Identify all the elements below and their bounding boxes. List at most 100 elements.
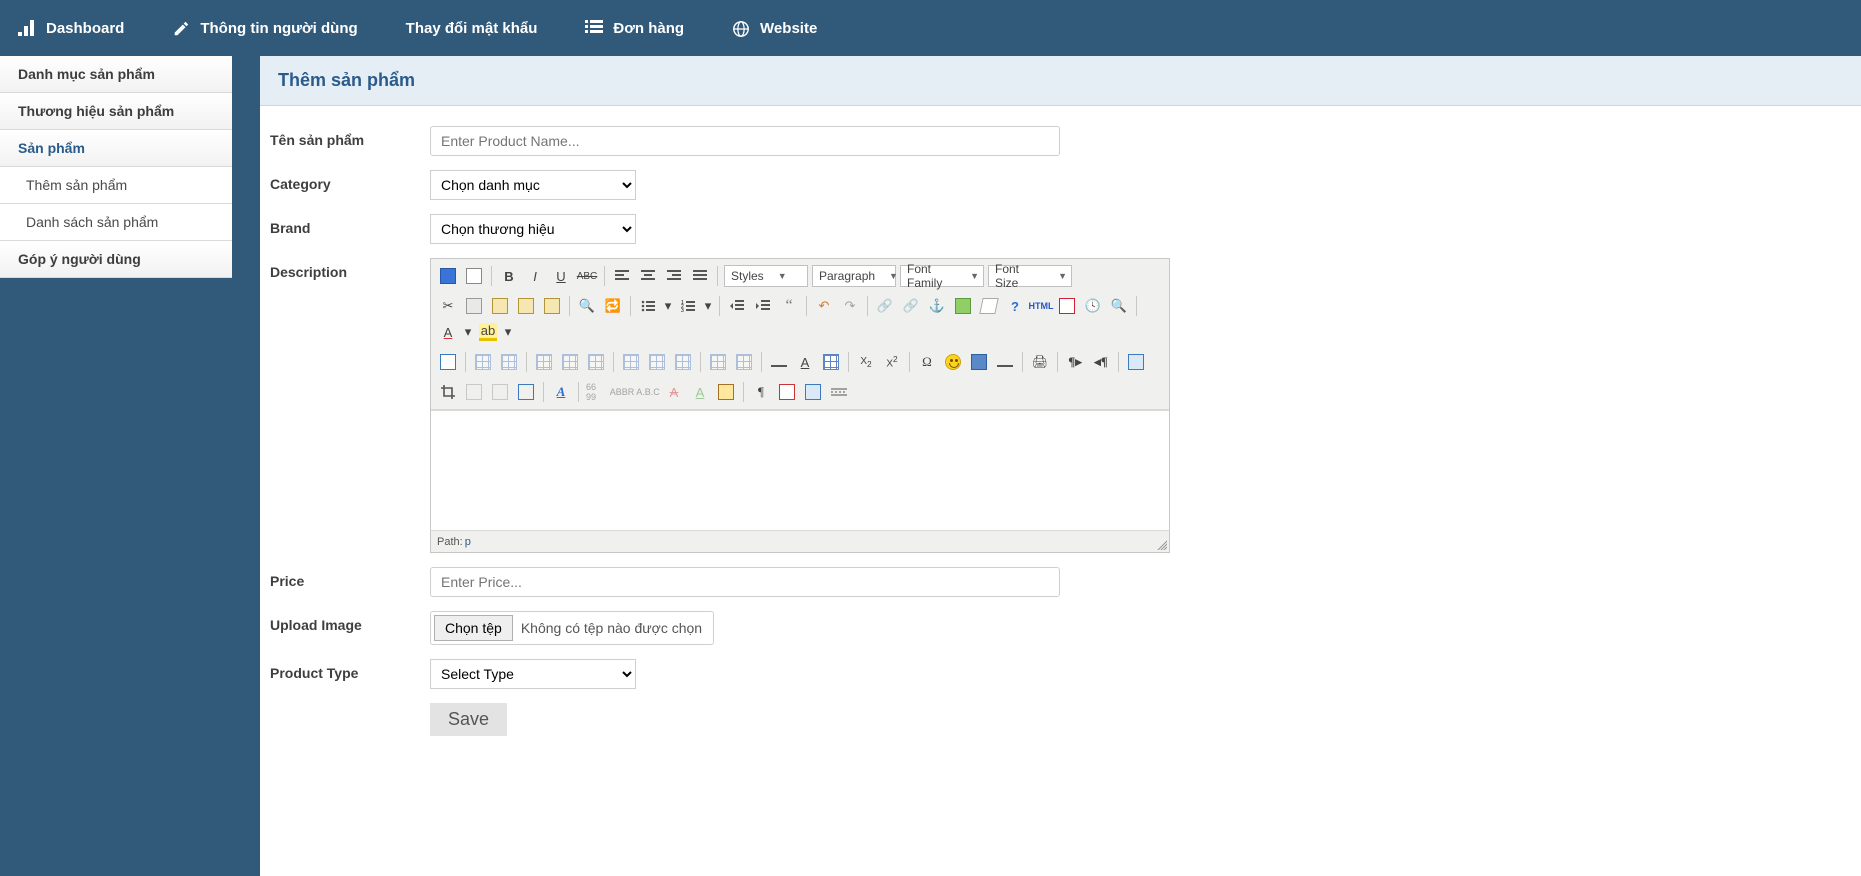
redo-icon[interactable]: ↷: [839, 295, 861, 317]
sidebar-sub-add-product[interactable]: Thêm sản phẩm: [0, 167, 232, 204]
insert-time-icon[interactable]: 🕓: [1082, 295, 1104, 317]
nav-user-info[interactable]: Thông tin người dùng: [162, 14, 367, 43]
rte-editable-area[interactable]: [431, 410, 1169, 530]
rtl-icon[interactable]: ◂¶: [1090, 351, 1112, 373]
underline-icon[interactable]: U: [550, 265, 572, 287]
paragraph-select[interactable]: Paragraph▼: [812, 265, 896, 287]
subscript-icon[interactable]: X2: [855, 351, 877, 373]
replace-icon[interactable]: 🔁: [602, 295, 624, 317]
delete-row-icon[interactable]: [585, 351, 607, 373]
print-icon[interactable]: 🖨: [1029, 351, 1051, 373]
image-icon[interactable]: [952, 295, 974, 317]
paste-text-icon[interactable]: [515, 295, 537, 317]
save-button[interactable]: Save: [430, 703, 507, 736]
merge-cells-icon[interactable]: [733, 351, 755, 373]
resize-handle-icon[interactable]: [1155, 538, 1167, 550]
delete-col-icon[interactable]: [672, 351, 694, 373]
absolute-icon[interactable]: [515, 381, 537, 403]
nav-dashboard[interactable]: Dashboard: [8, 14, 134, 43]
find-icon[interactable]: 🔍: [576, 295, 598, 317]
product-type-select[interactable]: Select Type: [430, 659, 636, 689]
insert-table-icon[interactable]: [820, 351, 842, 373]
insert-layer-icon[interactable]: [437, 351, 459, 373]
remove-format-icon[interactable]: A: [794, 351, 816, 373]
code-icon[interactable]: HTML: [1030, 295, 1052, 317]
backcolor-menu-icon[interactable]: ▾: [503, 321, 513, 343]
cut-icon[interactable]: ✂: [437, 295, 459, 317]
pagebreak-icon[interactable]: [828, 381, 850, 403]
layer-front-icon[interactable]: [489, 381, 511, 403]
layer-back-icon[interactable]: [463, 381, 485, 403]
crop-icon[interactable]: [437, 381, 459, 403]
media-icon[interactable]: [968, 351, 990, 373]
font-family-select[interactable]: Font Family▼: [900, 265, 984, 287]
styles-select[interactable]: Styles▼: [724, 265, 808, 287]
product-name-input[interactable]: [430, 126, 1060, 156]
anchor-icon[interactable]: ⚓: [926, 295, 948, 317]
fullscreen-icon[interactable]: [1125, 351, 1147, 373]
acronym-icon[interactable]: A.B.C: [637, 381, 659, 403]
ins-icon[interactable]: A: [689, 381, 711, 403]
forecolor-icon[interactable]: A: [437, 321, 459, 343]
blockquote-icon[interactable]: “: [778, 295, 800, 317]
forecolor-menu-icon[interactable]: ▾: [463, 321, 473, 343]
bold-icon[interactable]: B: [498, 265, 520, 287]
outdent-icon[interactable]: [726, 295, 748, 317]
bullet-list-icon[interactable]: [637, 295, 659, 317]
save-icon[interactable]: [437, 265, 459, 287]
styleprops-icon[interactable]: A: [550, 381, 572, 403]
sidebar-item-feedback[interactable]: Góp ý người dùng: [0, 241, 232, 278]
emotions-icon[interactable]: [942, 351, 964, 373]
charmap-icon[interactable]: Ω: [916, 351, 938, 373]
sidebar-item-products[interactable]: Sản phẩm: [0, 130, 232, 167]
help-icon[interactable]: ?: [1004, 295, 1026, 317]
align-left-icon[interactable]: [611, 265, 633, 287]
hr-icon[interactable]: [768, 351, 790, 373]
advhr-icon[interactable]: [994, 351, 1016, 373]
align-right-icon[interactable]: [663, 265, 685, 287]
rte-path-element[interactable]: p: [465, 536, 471, 548]
numbered-list-icon[interactable]: 123: [677, 295, 699, 317]
split-cells-icon[interactable]: [707, 351, 729, 373]
table-row-icon[interactable]: [498, 351, 520, 373]
copy-icon[interactable]: [463, 295, 485, 317]
indent-icon[interactable]: [752, 295, 774, 317]
undo-icon[interactable]: ↶: [813, 295, 835, 317]
sidebar-item-categories[interactable]: Danh mục sản phẩm: [0, 56, 232, 93]
col-after-icon[interactable]: [646, 351, 668, 373]
col-before-icon[interactable]: [620, 351, 642, 373]
sidebar-item-brands[interactable]: Thương hiệu sản phẩm: [0, 93, 232, 130]
sidebar-sub-list-products[interactable]: Danh sách sản phẩm: [0, 204, 232, 241]
price-input[interactable]: [430, 567, 1060, 597]
newdoc-icon[interactable]: [463, 265, 485, 287]
strikethrough-icon[interactable]: ABC: [576, 265, 598, 287]
attribs-icon[interactable]: [715, 381, 737, 403]
superscript-icon[interactable]: X2: [881, 351, 903, 373]
align-center-icon[interactable]: [637, 265, 659, 287]
numbered-list-menu-icon[interactable]: ▾: [703, 295, 713, 317]
choose-file-button[interactable]: Chọn tệp: [434, 615, 513, 641]
italic-icon[interactable]: I: [524, 265, 546, 287]
link-icon[interactable]: 🔗: [874, 295, 896, 317]
align-justify-icon[interactable]: [689, 265, 711, 287]
nav-website[interactable]: Website: [722, 14, 827, 43]
visualchars-icon[interactable]: ¶: [750, 381, 772, 403]
insert-date-icon[interactable]: [1056, 295, 1078, 317]
category-select[interactable]: Chọn danh mục: [430, 170, 636, 200]
preview-icon[interactable]: 🔍: [1108, 295, 1130, 317]
abbr-icon[interactable]: ABBR: [611, 381, 633, 403]
table-cell-icon[interactable]: [472, 351, 494, 373]
nav-orders[interactable]: Đơn hàng: [575, 14, 694, 43]
template-icon[interactable]: [802, 381, 824, 403]
bullet-list-menu-icon[interactable]: ▾: [663, 295, 673, 317]
nonbreaking-icon[interactable]: [776, 381, 798, 403]
backcolor-icon[interactable]: ab: [477, 321, 499, 343]
nav-change-password[interactable]: Thay đổi mật khẩu: [396, 14, 548, 43]
unlink-icon[interactable]: 🔗: [900, 295, 922, 317]
del-icon[interactable]: A: [663, 381, 685, 403]
row-before-icon[interactable]: [533, 351, 555, 373]
paste-icon[interactable]: [489, 295, 511, 317]
row-after-icon[interactable]: [559, 351, 581, 373]
paste-word-icon[interactable]: [541, 295, 563, 317]
cleanup-icon[interactable]: [978, 295, 1000, 317]
